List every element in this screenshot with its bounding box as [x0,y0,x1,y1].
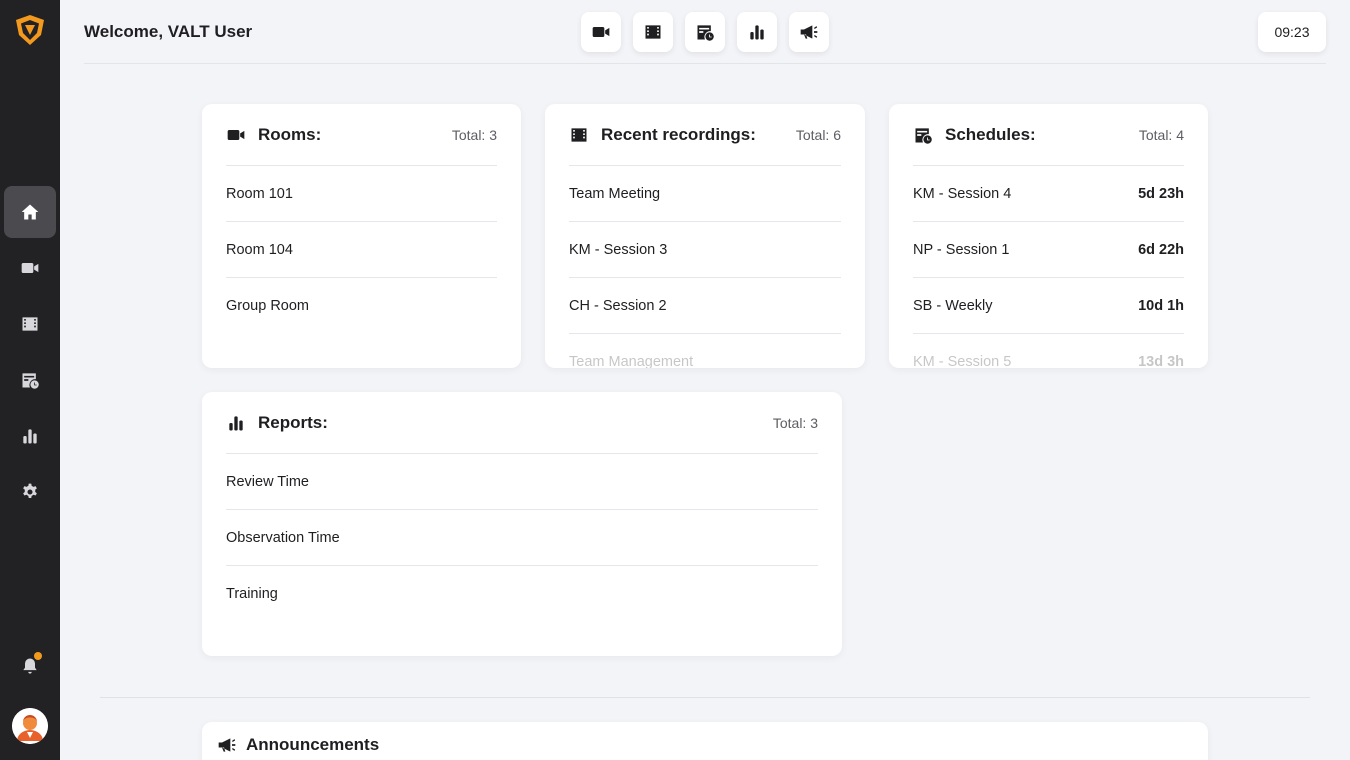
recordings-list: Team Meeting KM - Session 3 CH - Session… [569,166,841,368]
quick-rooms-button[interactable] [581,12,621,52]
schedules-card-header: Schedules: Total: 4 [913,104,1184,166]
schedule-item[interactable]: NP - Session 1 6d 22h [913,222,1184,278]
report-item[interactable]: Observation Time [226,510,818,566]
reports-card-total: Total: 3 [772,414,818,431]
schedule-item[interactable]: SB - Weekly 10d 1h [913,278,1184,334]
recording-item[interactable]: Team Management [569,334,841,368]
sidebar-item-reports[interactable] [4,410,56,462]
rooms-card-title: Rooms: [258,124,322,144]
notifications-button[interactable] [4,640,56,692]
schedule-name: SB - Weekly [913,297,993,314]
recordings-card-header: Recent recordings: Total: 6 [569,104,841,166]
reports-icon [750,25,764,40]
schedule-name: KM - Session 4 [913,185,1012,202]
avatar[interactable] [12,708,48,744]
welcome-text: Welcome, VALT User [84,22,253,41]
film-icon [571,127,587,142]
schedules-card-title: Schedules: [945,124,1036,144]
reports-card-header: Reports: Total: 3 [226,392,818,454]
schedule-icon [697,25,714,41]
film-icon [645,25,661,39]
rooms-list: Room 101 Room 104 Group Room [226,166,497,334]
recent-recordings-card: Recent recordings: Total: 6 Team Meeting… [545,104,865,368]
rooms-card-total: Total: 3 [451,126,497,143]
rooms-card-header: Rooms: Total: 3 [226,104,497,166]
schedules-card: Schedules: Total: 4 KM - Session 4 5d 23… [889,104,1208,368]
home-icon [21,204,39,220]
recordings-card-title: Recent recordings: [601,124,756,144]
schedule-countdown: 13d 3h [1138,354,1184,368]
video-camera-icon [592,27,610,37]
reports-icon [229,415,243,430]
valt-logo-icon[interactable] [13,13,47,47]
schedule-countdown: 5d 23h [1138,185,1184,202]
video-camera-icon [227,129,245,140]
schedules-list: KM - Session 4 5d 23h NP - Session 1 6d … [913,166,1184,368]
quick-schedules-button[interactable] [685,12,725,52]
quick-reports-button[interactable] [737,12,777,52]
recordings-card-total: Total: 6 [795,126,841,143]
schedule-item[interactable]: KM - Session 4 5d 23h [913,166,1184,222]
announcements-title: Announcements [246,735,380,754]
announcements-header: Announcements [216,735,379,755]
sidebar-item-schedules[interactable] [4,354,56,406]
section-divider [100,697,1310,698]
room-item[interactable]: Group Room [226,278,497,334]
reports-card-title: Reports: [258,412,328,432]
sidebar-item-recordings[interactable] [4,298,56,350]
schedule-countdown: 10d 1h [1138,297,1184,314]
clock: 09:23 [1258,12,1326,52]
quick-nav-bar [581,12,829,52]
notification-dot [34,652,42,660]
announcements-card: Announcements [202,722,1208,760]
room-item[interactable]: Room 104 [226,222,497,278]
sidebar-item-settings[interactable] [4,466,56,518]
schedule-name: KM - Session 5 [913,354,1012,368]
reports-card: Reports: Total: 3 Review Time Observatio… [202,392,842,656]
user-avatar-icon [12,708,48,744]
video-camera-icon [21,263,39,273]
reports-icon [23,429,37,444]
room-item[interactable]: Room 101 [226,166,497,222]
reports-list: Review Time Observation Time Training [226,454,818,622]
sidebar-item-rooms[interactable] [4,242,56,294]
megaphone-icon [218,738,236,752]
report-item[interactable]: Review Time [226,454,818,510]
schedule-countdown: 6d 22h [1138,241,1184,258]
gear-icon [23,483,37,498]
schedule-icon [915,127,932,144]
quick-recordings-button[interactable] [633,12,673,52]
quick-announcements-button[interactable] [789,12,829,52]
report-item[interactable]: Training [226,566,818,622]
header-divider [84,63,1326,64]
sidebar-item-home[interactable] [4,186,56,238]
schedules-card-total: Total: 4 [1138,126,1184,143]
megaphone-icon [800,25,818,39]
schedule-item[interactable]: KM - Session 5 13d 3h [913,334,1184,368]
schedule-icon [22,373,39,389]
sidebar [0,0,60,760]
schedule-name: NP - Session 1 [913,241,1010,258]
recording-item[interactable]: Team Meeting [569,166,841,222]
recording-item[interactable]: CH - Session 2 [569,278,841,334]
film-icon [22,317,38,331]
recording-item[interactable]: KM - Session 3 [569,222,841,278]
rooms-card: Rooms: Total: 3 Room 101 Room 104 Group … [202,104,521,368]
